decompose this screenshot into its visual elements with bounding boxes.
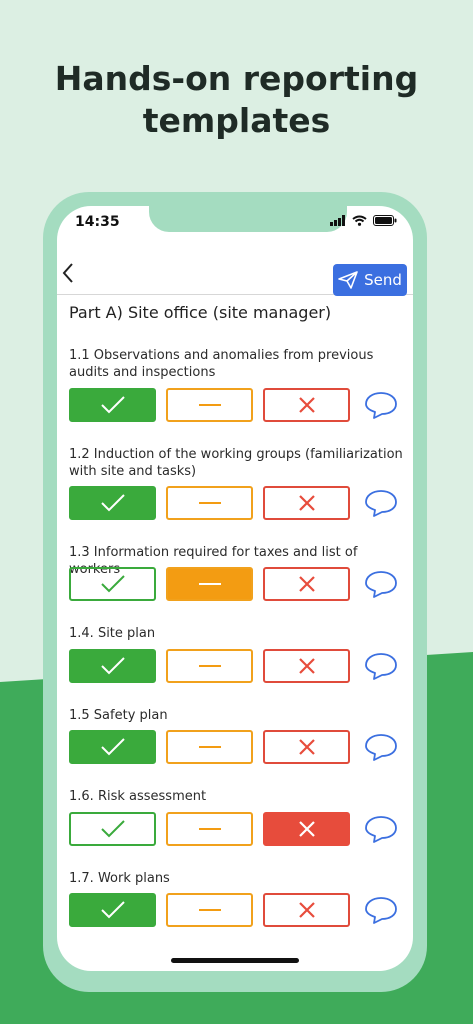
- option-no-button[interactable]: [263, 730, 350, 764]
- check-icon: [100, 494, 125, 512]
- item-label: 1.6. Risk assessment: [69, 789, 207, 804]
- dash-icon: [198, 404, 221, 406]
- dash-icon: [198, 665, 221, 667]
- checklist-item: 1.3 Information required for taxes and l…: [69, 544, 405, 601]
- item-label: 1.4. Site plan: [69, 626, 156, 641]
- dash-icon: [198, 909, 221, 911]
- status-icons: [330, 215, 397, 226]
- rating-row: [69, 649, 398, 683]
- comment-icon[interactable]: [364, 814, 398, 844]
- home-indicator: [171, 958, 299, 963]
- cross-icon: [298, 495, 315, 511]
- cross-icon: [298, 576, 315, 592]
- option-no-button[interactable]: [263, 893, 350, 927]
- checklist-item: 1.2 Induction of the working groups (fam…: [69, 446, 405, 520]
- option-partial-button[interactable]: [166, 567, 253, 601]
- option-partial-button[interactable]: [166, 893, 253, 927]
- phone-frame: 14:35 Send Part A) Site office (site man…: [43, 192, 427, 992]
- notch: [149, 206, 347, 232]
- cross-icon: [298, 397, 315, 413]
- check-icon: [100, 901, 125, 919]
- checklist-item: 1.6. Risk assessment: [69, 788, 405, 846]
- checklist-item: 1.1 Observations and anomalies from prev…: [69, 347, 405, 422]
- option-partial-button[interactable]: [166, 730, 253, 764]
- item-label: 1.1 Observations and anomalies from prev…: [69, 348, 374, 380]
- cross-icon: [298, 902, 315, 918]
- signal-icon: [330, 215, 345, 226]
- rating-row: [69, 388, 398, 422]
- rating-row: [69, 567, 398, 601]
- back-button[interactable]: [61, 262, 75, 288]
- option-no-button[interactable]: [263, 812, 350, 846]
- checklist-item: 1.5 Safety plan: [69, 707, 405, 764]
- check-icon: [100, 738, 125, 756]
- phone-screen: 14:35 Send Part A) Site office (site man…: [57, 206, 413, 971]
- part-title: Part A) Site office (site manager): [69, 303, 332, 322]
- comment-icon[interactable]: [364, 390, 398, 420]
- rating-row: [69, 893, 398, 927]
- checklist-item: 1.7. Work plans: [69, 870, 405, 927]
- dash-icon: [198, 746, 221, 748]
- option-yes-button[interactable]: [69, 486, 156, 520]
- comment-icon[interactable]: [364, 732, 398, 762]
- option-yes-button[interactable]: [69, 649, 156, 683]
- option-partial-button[interactable]: [166, 812, 253, 846]
- headline: Hands-on reporting templates: [54, 59, 419, 140]
- option-no-button[interactable]: [263, 567, 350, 601]
- wifi-icon: [352, 215, 367, 226]
- send-button[interactable]: Send: [333, 264, 407, 296]
- cross-icon: [298, 821, 315, 837]
- cross-icon: [298, 658, 315, 674]
- item-label: 1.7. Work plans: [69, 871, 170, 886]
- dash-icon: [198, 828, 221, 830]
- comment-icon[interactable]: [364, 569, 398, 599]
- item-label: 1.2 Induction of the working groups (fam…: [69, 447, 403, 479]
- battery-icon: [373, 215, 397, 226]
- check-icon: [100, 820, 125, 838]
- option-yes-button[interactable]: [69, 567, 156, 601]
- item-label: 1.5 Safety plan: [69, 708, 168, 723]
- option-no-button[interactable]: [263, 649, 350, 683]
- option-partial-button[interactable]: [166, 486, 253, 520]
- rating-row: [69, 812, 398, 846]
- option-no-button[interactable]: [263, 388, 350, 422]
- check-icon: [100, 575, 125, 593]
- dash-icon: [198, 502, 221, 504]
- option-yes-button[interactable]: [69, 730, 156, 764]
- check-icon: [100, 396, 125, 414]
- option-partial-button[interactable]: [166, 388, 253, 422]
- option-yes-button[interactable]: [69, 812, 156, 846]
- check-icon: [100, 657, 125, 675]
- comment-icon[interactable]: [364, 895, 398, 925]
- comment-icon[interactable]: [364, 651, 398, 681]
- option-yes-button[interactable]: [69, 388, 156, 422]
- send-label: Send: [364, 271, 402, 289]
- checklist-item: 1.4. Site plan: [69, 625, 405, 683]
- cross-icon: [298, 739, 315, 755]
- option-yes-button[interactable]: [69, 893, 156, 927]
- rating-row: [69, 486, 398, 520]
- option-no-button[interactable]: [263, 486, 350, 520]
- rating-row: [69, 730, 398, 764]
- option-partial-button[interactable]: [166, 649, 253, 683]
- navigation-bar: Send: [57, 250, 413, 296]
- dash-icon: [198, 583, 221, 585]
- paper-plane-icon: [338, 271, 358, 289]
- comment-icon[interactable]: [364, 488, 398, 518]
- status-time: 14:35: [75, 214, 120, 230]
- chevron-left-icon: [62, 263, 73, 283]
